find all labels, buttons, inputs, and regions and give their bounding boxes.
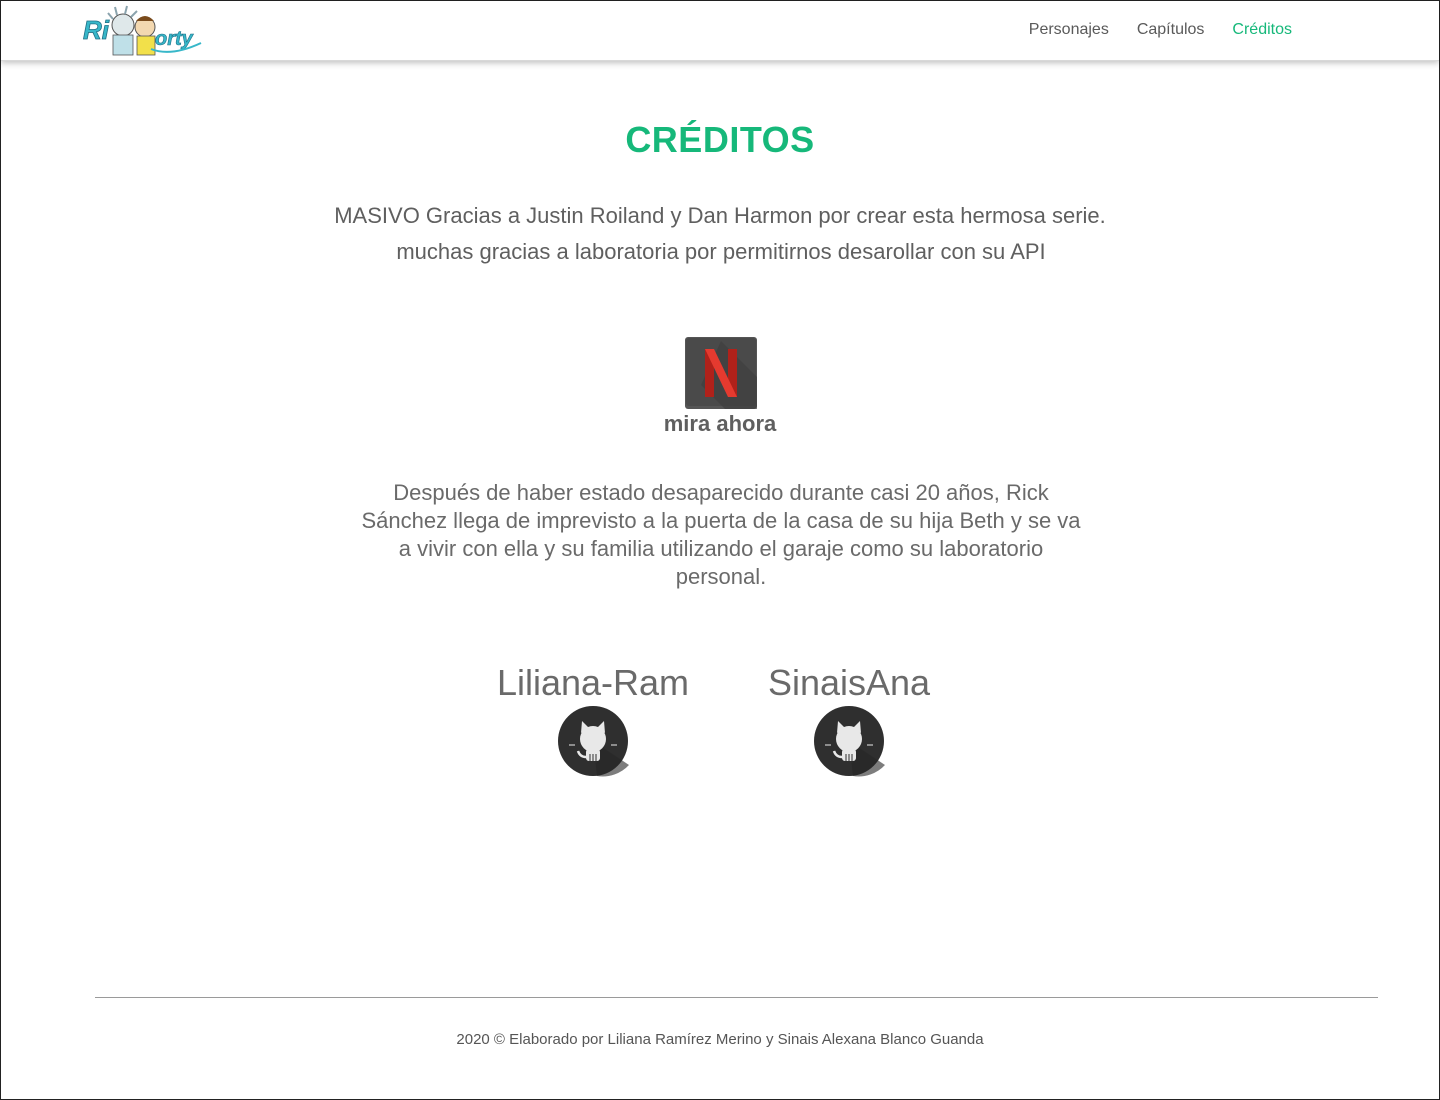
series-description: Después de haber estado desaparecido dur… bbox=[361, 480, 1081, 589]
author-card: Liliana-Ram bbox=[473, 661, 713, 777]
rick-and-morty-logo[interactable]: Ri orty bbox=[81, 5, 205, 57]
author-card: SinaisAna bbox=[729, 661, 969, 777]
thanks-laboratoria: muchas gracias a laboratoria por permiti… bbox=[396, 239, 1046, 264]
author-name: Liliana-Ram bbox=[496, 662, 690, 703]
author-name: SinaisAna bbox=[767, 662, 931, 703]
nav-creditos[interactable]: Créditos bbox=[1232, 19, 1292, 41]
nav-personajes[interactable]: Personajes bbox=[1029, 19, 1109, 41]
site-header: Ri orty Personajes Capítulos Créditos bbox=[1, 1, 1439, 61]
github-icon[interactable] bbox=[557, 705, 629, 777]
github-icon[interactable] bbox=[813, 705, 885, 777]
footer-text: 2020 © Elaborado por Liliana Ramírez Mer… bbox=[456, 1031, 984, 1048]
svg-text:orty: orty bbox=[155, 28, 194, 50]
svg-text:Ri: Ri bbox=[83, 15, 110, 45]
nav-capitulos[interactable]: Capítulos bbox=[1137, 19, 1205, 41]
main-nav: Personajes Capítulos Créditos bbox=[1029, 19, 1292, 41]
footer-divider bbox=[95, 997, 1378, 998]
page-title: CRÉDITOS bbox=[625, 119, 815, 160]
page: Ri orty Personajes Capítulos Créditos CR… bbox=[0, 0, 1440, 1100]
netflix-icon[interactable] bbox=[685, 337, 757, 409]
thanks-creators: MASIVO Gracias a Justin Roiland y Dan Ha… bbox=[334, 203, 1106, 228]
watch-now-label[interactable]: mira ahora bbox=[1, 411, 1439, 437]
